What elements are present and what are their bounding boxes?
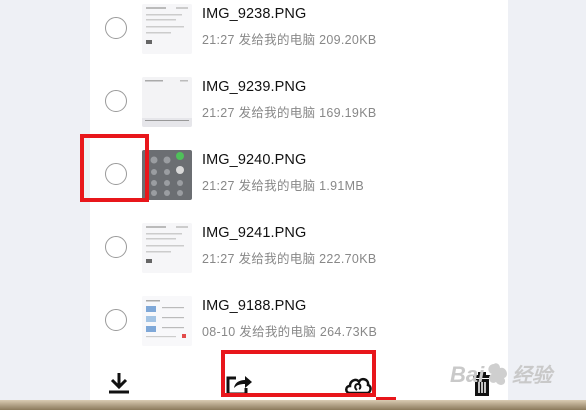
file-row[interactable]: IMG_9239.PNG 21:27 发给我的电脑 169.19KB [90, 77, 508, 152]
select-radio[interactable] [105, 236, 127, 258]
watermark-logo: Bai 经验 [448, 354, 584, 394]
cloud-icon [345, 377, 372, 395]
file-thumbnail [142, 4, 192, 54]
share-button[interactable] [223, 368, 253, 398]
desk-background-strip [0, 400, 586, 410]
file-thumbnail [142, 77, 192, 127]
share-icon [226, 376, 252, 396]
file-row[interactable]: IMG_9241.PNG 21:27 发给我的电脑 222.70KB [90, 223, 508, 298]
download-icon [109, 373, 129, 394]
cloud-button[interactable] [342, 368, 372, 398]
file-meta: 21:27 发给我的电脑 209.20KB [202, 33, 377, 47]
file-name: IMG_9238.PNG [202, 6, 307, 22]
file-row[interactable]: IMG_9238.PNG 21:27 发给我的电脑 209.20KB [90, 4, 508, 79]
file-row[interactable]: IMG_9240.PNG 21:27 发给我的电脑 1.91MB [90, 150, 508, 225]
file-meta: 21:27 发给我的电脑 1.91MB [202, 179, 365, 193]
file-thumbnail [142, 223, 192, 273]
file-meta: 21:27 发给我的电脑 169.19KB [202, 106, 377, 120]
file-name: IMG_9241.PNG [202, 225, 307, 241]
file-name: IMG_9239.PNG [202, 79, 307, 95]
svg-text:经验: 经验 [512, 363, 555, 387]
file-thumbnail [142, 150, 192, 200]
select-radio[interactable] [105, 163, 127, 185]
file-list-panel: IMG_9238.PNG 21:27 发给我的电脑 209.20KB IMG_9… [90, 0, 508, 410]
svg-text:Bai: Bai [450, 362, 485, 387]
file-thumbnail [142, 296, 192, 346]
select-radio[interactable] [105, 17, 127, 39]
file-meta: 08-10 发给我的电脑 264.73KB [202, 325, 378, 339]
file-meta: 21:27 发给我的电脑 222.70KB [202, 252, 377, 266]
file-name: IMG_9188.PNG [202, 298, 307, 314]
select-radio[interactable] [105, 309, 127, 331]
download-button[interactable] [104, 368, 134, 398]
file-name: IMG_9240.PNG [202, 152, 307, 168]
select-radio[interactable] [105, 90, 127, 112]
